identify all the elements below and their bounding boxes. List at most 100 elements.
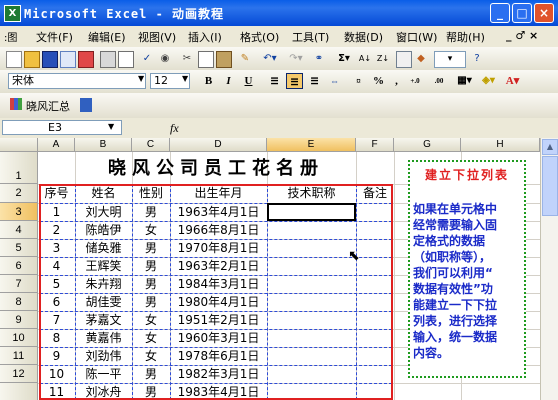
bold-button[interactable]: B: [200, 73, 217, 89]
cell-name[interactable]: 王辉笑: [75, 257, 132, 275]
cell-birthdate[interactable]: 1963年2月1日: [170, 257, 267, 275]
column-header-h[interactable]: H: [461, 138, 540, 152]
header-remark[interactable]: 备注: [356, 184, 394, 203]
cell-name[interactable]: 刘劲伟: [75, 347, 132, 365]
scroll-thumb[interactable]: [542, 156, 558, 216]
decrease-decimal-button[interactable]: .00: [428, 73, 450, 89]
format-painter-icon[interactable]: ✎: [238, 51, 252, 66]
cell-index[interactable]: 11: [38, 383, 75, 400]
font-color-icon[interactable]: A▾: [504, 73, 521, 89]
permission-icon[interactable]: [60, 51, 76, 68]
cell-name[interactable]: 刘大明: [75, 203, 132, 221]
redo-icon[interactable]: ↷▾: [286, 51, 306, 66]
column-header-d[interactable]: D: [170, 138, 267, 152]
cell-name[interactable]: 朱卉翔: [75, 275, 132, 293]
column-header-e[interactable]: E: [267, 138, 356, 152]
header-birthdate[interactable]: 出生年月: [170, 184, 267, 203]
research-icon[interactable]: ◉: [158, 51, 172, 66]
row-header-2[interactable]: 2: [0, 184, 38, 203]
cell-gender[interactable]: 女: [132, 221, 170, 239]
cell-index[interactable]: 3: [38, 239, 75, 257]
menu-tools[interactable]: 工具(T): [292, 29, 329, 45]
cell-gender[interactable]: 男: [132, 365, 170, 383]
new-icon[interactable]: [6, 51, 22, 68]
cell-index[interactable]: 4: [38, 257, 75, 275]
merge-center-icon[interactable]: ⇔: [326, 73, 343, 89]
cut-icon[interactable]: ✂: [180, 51, 194, 66]
cell-name[interactable]: 陈皓伊: [75, 221, 132, 239]
italic-button[interactable]: I: [220, 73, 237, 89]
sort-descending-icon[interactable]: Z↓: [376, 51, 390, 66]
cell-index[interactable]: 9: [38, 347, 75, 365]
row-header-10[interactable]: 10: [0, 329, 38, 347]
cell-gender[interactable]: 女: [132, 311, 170, 329]
save-icon[interactable]: [42, 51, 58, 68]
row-header-7[interactable]: 7: [0, 275, 38, 293]
cell-name[interactable]: 茅嘉文: [75, 311, 132, 329]
column-header-c[interactable]: C: [132, 138, 170, 152]
document-window-controls[interactable]: _ ♂ ×: [506, 29, 538, 42]
selected-cell-e3[interactable]: [267, 203, 356, 221]
font-name-dropdown-icon[interactable]: ▼: [138, 74, 144, 83]
cell-index[interactable]: 5: [38, 275, 75, 293]
name-box-dropdown-icon[interactable]: ▼: [108, 122, 114, 131]
cell-gender[interactable]: 男: [132, 383, 170, 400]
cell-name[interactable]: 陈一平: [75, 365, 132, 383]
toolbar-options-icon[interactable]: [80, 98, 92, 112]
sort-ascending-icon[interactable]: A↓: [358, 51, 372, 66]
menu-format[interactable]: 格式(O): [240, 29, 279, 45]
column-header-f[interactable]: F: [356, 138, 394, 152]
cell-birthdate[interactable]: 1951年2月1日: [170, 311, 267, 329]
row-header-4[interactable]: 4: [0, 221, 38, 239]
spelling-icon[interactable]: ✓: [140, 51, 154, 66]
cell-gender[interactable]: 女: [132, 347, 170, 365]
cell-birthdate[interactable]: 1980年4月1日: [170, 293, 267, 311]
column-header-a[interactable]: A: [38, 138, 75, 152]
font-size-dropdown-icon[interactable]: ▼: [182, 74, 188, 83]
undo-icon[interactable]: ↶▾: [260, 51, 280, 66]
cell-birthdate[interactable]: 1960年3月1日: [170, 329, 267, 347]
menu-data[interactable]: 数据(D): [344, 29, 383, 45]
cell-index[interactable]: 10: [38, 365, 75, 383]
align-left-icon[interactable]: ☰: [266, 73, 283, 89]
drawing-icon[interactable]: ◆: [414, 51, 428, 66]
row-header-5[interactable]: 5: [0, 239, 38, 257]
copy-icon[interactable]: [198, 51, 214, 68]
cell-name[interactable]: 黄嘉伟: [75, 329, 132, 347]
align-center-icon[interactable]: ☰: [286, 73, 303, 89]
row-header-1[interactable]: 1: [0, 152, 38, 184]
align-right-icon[interactable]: ☰: [306, 73, 323, 89]
cell-name[interactable]: 储奂雅: [75, 239, 132, 257]
cell-gender[interactable]: 男: [132, 275, 170, 293]
cell-index[interactable]: 7: [38, 311, 75, 329]
cell-birthdate[interactable]: 1982年3月1日: [170, 365, 267, 383]
sheet-summary-button[interactable]: 晓风汇总: [26, 98, 70, 114]
cell-birthdate[interactable]: 1966年8月1日: [170, 221, 267, 239]
cell-gender[interactable]: 女: [132, 329, 170, 347]
cell-birthdate[interactable]: 1984年3月1日: [170, 275, 267, 293]
fx-icon[interactable]: fx: [170, 121, 179, 136]
header-name[interactable]: 姓名: [75, 184, 132, 203]
print-icon[interactable]: [100, 51, 116, 68]
cell-birthdate[interactable]: 1963年4月1日: [170, 203, 267, 221]
row-header-13[interactable]: [0, 383, 38, 400]
cell-gender[interactable]: 男: [132, 293, 170, 311]
cell-birthdate[interactable]: 1970年8月1日: [170, 239, 267, 257]
cell-index[interactable]: 1: [38, 203, 75, 221]
cell-name[interactable]: 胡佳雯: [75, 293, 132, 311]
help-icon[interactable]: ?: [470, 51, 484, 66]
header-title[interactable]: 技术职称: [267, 184, 356, 203]
chart-wizard-icon[interactable]: [396, 51, 412, 68]
column-header-b[interactable]: B: [75, 138, 132, 152]
percent-button[interactable]: %: [370, 73, 387, 89]
row-header-12[interactable]: 12: [0, 365, 38, 383]
borders-icon[interactable]: ▦▾: [456, 73, 473, 89]
hyperlink-icon[interactable]: ⚭: [312, 51, 326, 66]
spreadsheet-grid[interactable]: A B C D E F G H 1 2 3 4 5 6 7 8 9 10 11 …: [0, 138, 540, 400]
fill-color-icon[interactable]: ◈▾: [480, 73, 497, 89]
open-icon[interactable]: [24, 51, 40, 68]
cell-gender[interactable]: 男: [132, 203, 170, 221]
currency-icon[interactable]: ¤: [350, 73, 367, 89]
comma-button[interactable]: ,: [388, 73, 405, 89]
menu-view[interactable]: 视图(V): [138, 29, 176, 45]
